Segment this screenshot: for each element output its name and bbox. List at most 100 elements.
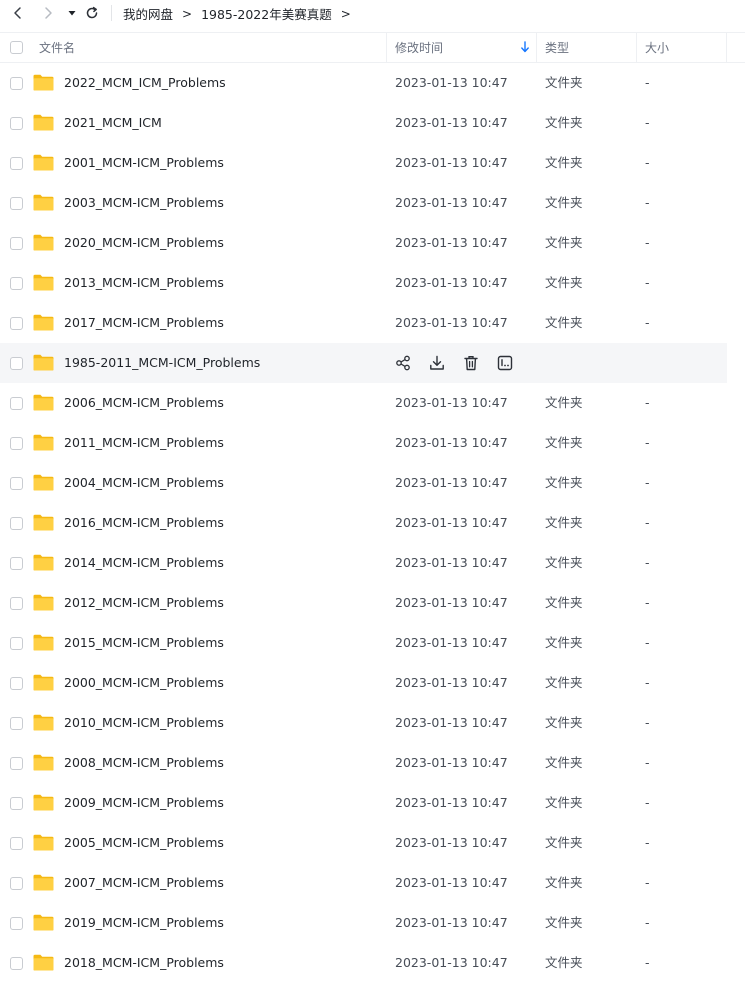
table-row[interactable]: 2015_MCM-ICM_Problems 2023-01-13 10:47 文件夹…	[0, 623, 727, 663]
table-row[interactable]: 2020_MCM-ICM_Problems 2023-01-13 10:47 文件夹…	[0, 223, 727, 263]
row-checkbox[interactable]	[10, 397, 23, 410]
share-icon[interactable]	[394, 354, 412, 372]
file-name[interactable]: 2012_MCM-ICM_Problems	[64, 583, 224, 623]
file-name[interactable]: 2022_MCM_ICM_Problems	[64, 63, 226, 103]
row-checkbox[interactable]	[10, 317, 23, 330]
modified-time: 2023-01-13 10:47	[395, 875, 508, 890]
table-row[interactable]: 2006_MCM-ICM_Problems 2023-01-13 10:47 文件夹…	[0, 383, 727, 423]
file-name[interactable]: 2019_MCM-ICM_Problems	[64, 903, 224, 943]
select-all-checkbox[interactable]	[10, 41, 23, 54]
file-name[interactable]: 2017_MCM-ICM_Problems	[64, 303, 224, 343]
row-checkbox[interactable]	[10, 357, 23, 370]
row-checkbox[interactable]	[10, 237, 23, 250]
column-header-type[interactable]: 类型	[545, 33, 569, 62]
row-checkbox[interactable]	[10, 197, 23, 210]
table-row[interactable]: 2004_MCM-ICM_Problems 2023-01-13 10:47 文件夹…	[0, 463, 727, 503]
row-checkbox[interactable]	[10, 677, 23, 690]
breadcrumb-item-current[interactable]: 1985-2022年美赛真题	[201, 4, 332, 23]
table-row[interactable]: 2011_MCM-ICM_Problems 2023-01-13 10:47 文件夹…	[0, 423, 727, 463]
table-row[interactable]: 2005_MCM-ICM_Problems 2023-01-13 10:47 文件夹…	[0, 823, 727, 863]
row-checkbox[interactable]	[10, 437, 23, 450]
table-row[interactable]: 2010_MCM-ICM_Problems 2023-01-13 10:47 文件夹…	[0, 703, 727, 743]
row-checkbox[interactable]	[10, 477, 23, 490]
row-checkbox[interactable]	[10, 77, 23, 90]
table-row[interactable]: 1985-2011_MCM-ICM_Problems	[0, 343, 727, 383]
select-all-checkbox-cell[interactable]	[10, 33, 23, 62]
row-checkbox[interactable]	[10, 557, 23, 570]
table-row[interactable]: 2001_MCM-ICM_Problems 2023-01-13 10:47 文件夹…	[0, 143, 727, 183]
forward-button[interactable]	[38, 3, 58, 23]
row-checkbox[interactable]	[10, 637, 23, 650]
row-checkbox[interactable]	[10, 797, 23, 810]
file-name[interactable]: 2007_MCM-ICM_Problems	[64, 863, 224, 903]
table-row[interactable]: 2003_MCM-ICM_Problems 2023-01-13 10:47 文件夹…	[0, 183, 727, 223]
row-checkbox[interactable]	[10, 157, 23, 170]
folder-icon	[33, 154, 54, 171]
column-divider[interactable]	[636, 33, 637, 62]
table-row[interactable]: 2016_MCM-ICM_Problems 2023-01-13 10:47 文件夹…	[0, 503, 727, 543]
table-row[interactable]: 2022_MCM_ICM_Problems 2023-01-13 10:47 文件夹…	[0, 63, 727, 103]
file-name[interactable]: 2005_MCM-ICM_Problems	[64, 823, 224, 863]
row-checkbox[interactable]	[10, 277, 23, 290]
row-checkbox[interactable]	[10, 517, 23, 530]
back-button[interactable]	[8, 3, 28, 23]
row-checkbox[interactable]	[10, 117, 23, 130]
row-checkbox[interactable]	[10, 877, 23, 890]
file-name[interactable]: 2009_MCM-ICM_Problems	[64, 783, 224, 823]
row-checkbox[interactable]	[10, 957, 23, 970]
table-row[interactable]: 2009_MCM-ICM_Problems 2023-01-13 10:47 文件夹…	[0, 783, 727, 823]
column-divider[interactable]	[536, 33, 537, 62]
table-row[interactable]: 2017_MCM-ICM_Problems 2023-01-13 10:47 文件夹…	[0, 303, 727, 343]
more-icon[interactable]	[496, 354, 514, 372]
column-header-modified[interactable]: 修改时间	[395, 33, 443, 62]
table-row[interactable]: 2007_MCM-ICM_Problems 2023-01-13 10:47 文件夹…	[0, 863, 727, 903]
table-row[interactable]: 2018_MCM-ICM_Problems 2023-01-13 10:47 文件夹…	[0, 943, 727, 983]
delete-icon[interactable]	[462, 354, 480, 372]
file-name[interactable]: 2001_MCM-ICM_Problems	[64, 143, 224, 183]
file-name[interactable]: 2004_MCM-ICM_Problems	[64, 463, 224, 503]
file-name[interactable]: 2011_MCM-ICM_Problems	[64, 423, 224, 463]
file-name[interactable]: 2008_MCM-ICM_Problems	[64, 743, 224, 783]
file-name[interactable]: 2013_MCM-ICM_Problems	[64, 263, 224, 303]
row-checkbox[interactable]	[10, 597, 23, 610]
modified-time: 2023-01-13 10:47	[395, 795, 508, 810]
file-name[interactable]: 2000_MCM-ICM_Problems	[64, 663, 224, 703]
file-type: 文件夹	[545, 475, 583, 490]
table-row[interactable]: 2000_MCM-ICM_Problems 2023-01-13 10:47 文件夹…	[0, 663, 727, 703]
file-size: -	[645, 275, 650, 290]
table-row[interactable]: 2012_MCM-ICM_Problems 2023-01-13 10:47 文件夹…	[0, 583, 727, 623]
column-header-name[interactable]: 文件名	[39, 33, 75, 62]
row-checkbox[interactable]	[10, 717, 23, 730]
file-name[interactable]: 2003_MCM-ICM_Problems	[64, 183, 224, 223]
column-header-size[interactable]: 大小	[645, 33, 669, 62]
file-size: -	[645, 955, 650, 970]
column-divider[interactable]	[386, 33, 387, 62]
file-name[interactable]: 2016_MCM-ICM_Problems	[64, 503, 224, 543]
row-checkbox[interactable]	[10, 757, 23, 770]
download-icon[interactable]	[428, 354, 446, 372]
table-row[interactable]: 2021_MCM_ICM 2023-01-13 10:47 文件夹 -	[0, 103, 727, 143]
file-name[interactable]: 2006_MCM-ICM_Problems	[64, 383, 224, 423]
table-row[interactable]: 2008_MCM-ICM_Problems 2023-01-13 10:47 文件夹…	[0, 743, 727, 783]
file-name[interactable]: 2020_MCM-ICM_Problems	[64, 223, 224, 263]
file-type: 文件夹	[545, 595, 583, 610]
file-name[interactable]: 2014_MCM-ICM_Problems	[64, 543, 224, 583]
file-name[interactable]: 1985-2011_MCM-ICM_Problems	[64, 343, 260, 383]
history-dropdown-button[interactable]	[62, 3, 82, 23]
breadcrumb-item-root[interactable]: 我的网盘	[123, 4, 173, 23]
file-name[interactable]: 2010_MCM-ICM_Problems	[64, 703, 224, 743]
modified-time: 2023-01-13 10:47	[395, 235, 508, 250]
sort-descending-icon[interactable]	[520, 41, 530, 53]
refresh-button[interactable]	[82, 3, 102, 23]
table-row[interactable]: 2019_MCM-ICM_Problems 2023-01-13 10:47 文件夹…	[0, 903, 727, 943]
file-name[interactable]: 2015_MCM-ICM_Problems	[64, 623, 224, 663]
file-name[interactable]: 2021_MCM_ICM	[64, 103, 162, 143]
folder-icon	[33, 514, 54, 531]
table-row[interactable]: 2013_MCM-ICM_Problems 2023-01-13 10:47 文件夹…	[0, 263, 727, 303]
table-row[interactable]: 2014_MCM-ICM_Problems 2023-01-13 10:47 文件夹…	[0, 543, 727, 583]
column-divider[interactable]	[726, 33, 727, 62]
modified-time: 2023-01-13 10:47	[395, 315, 508, 330]
file-name[interactable]: 2018_MCM-ICM_Problems	[64, 943, 224, 983]
row-checkbox[interactable]	[10, 837, 23, 850]
row-checkbox[interactable]	[10, 917, 23, 930]
